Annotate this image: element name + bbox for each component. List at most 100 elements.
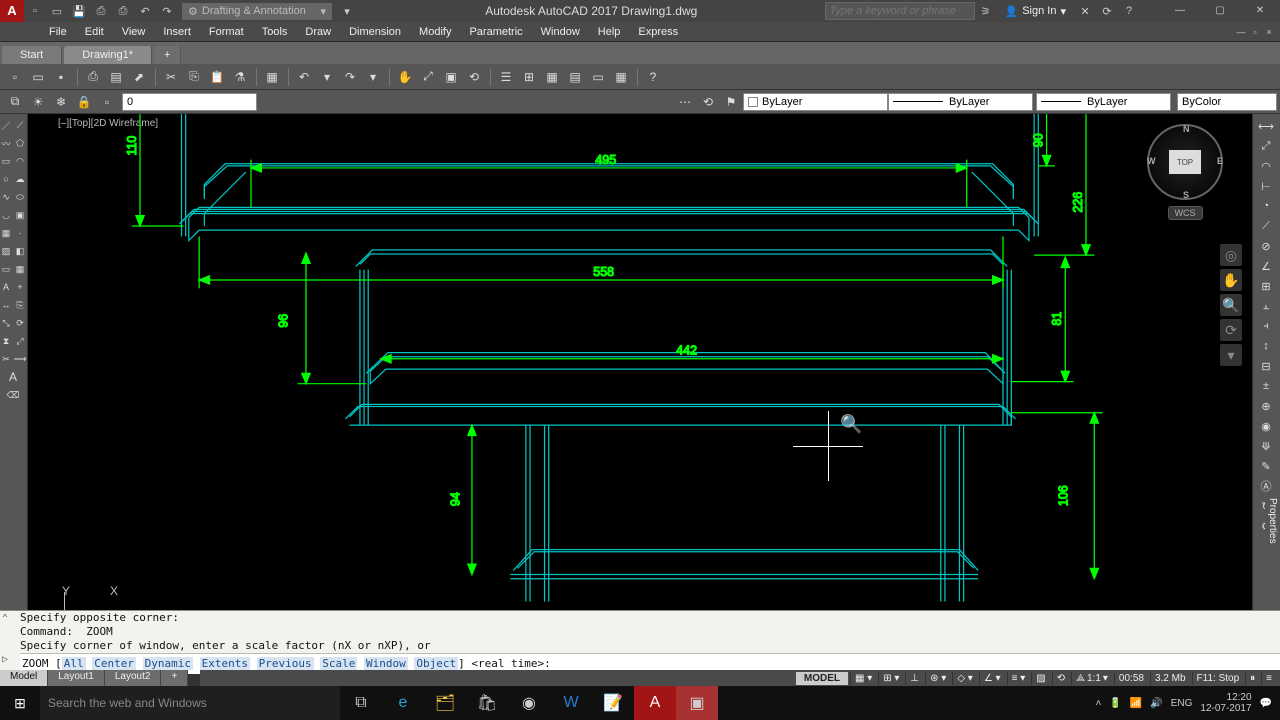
mirror-icon[interactable]: ⧗ <box>0 332 13 350</box>
command-window[interactable]: ⌃ ▷ Specify opposite corner: Command: ZO… <box>0 610 1280 670</box>
inspection-icon[interactable]: ◉ <box>1255 416 1277 436</box>
status-model-space[interactable]: MODEL <box>796 672 848 685</box>
status-lwt-icon[interactable]: ≡ ▾ <box>1007 672 1030 685</box>
recorder-icon[interactable]: ▣ <box>676 686 718 720</box>
point-icon[interactable]: · <box>14 224 27 242</box>
trim-icon[interactable]: ✂ <box>0 350 13 368</box>
status-pause-icon[interactable]: ⏸ <box>1245 672 1259 685</box>
table-icon[interactable]: ▦ <box>14 260 27 278</box>
menu-dimension[interactable]: Dimension <box>340 24 410 40</box>
dim-angular-icon[interactable]: ∠ <box>1255 256 1277 276</box>
undo-icon[interactable]: ↶ <box>293 66 315 88</box>
tab-model[interactable]: Model <box>0 670 48 686</box>
polygon-icon[interactable]: ⬠ <box>14 134 27 152</box>
windows-search-input[interactable]: Search the web and Windows <box>40 686 340 720</box>
status-polar-icon[interactable]: ⊛ ▾ <box>925 672 950 685</box>
status-annoscale[interactable]: ⟁ 1:1 ▾ <box>1071 672 1112 685</box>
workspace-dropdown[interactable]: ⚙ Drafting & Annotation ▾ <box>182 3 332 20</box>
notes-icon[interactable]: 📝 <box>592 686 634 720</box>
insert-block-icon[interactable]: ▣ <box>14 206 27 224</box>
dim-ordinate-icon[interactable]: ⊢ <box>1255 176 1277 196</box>
gradient-icon[interactable]: ◧ <box>14 242 27 260</box>
file-explorer-icon[interactable]: 🗂 <box>424 686 466 720</box>
wcs-badge[interactable]: WCS <box>1168 206 1203 220</box>
scale-icon[interactable]: ⤢ <box>14 332 27 350</box>
move-icon[interactable]: ↔ <box>0 296 13 314</box>
tray-battery-icon[interactable]: 🔋 <box>1109 698 1121 709</box>
cmd-opt-extents[interactable]: Extents <box>200 657 250 670</box>
ellipse-arc-icon[interactable]: ◡ <box>0 206 13 224</box>
save-icon[interactable]: ▪ <box>50 66 72 88</box>
region-icon[interactable]: ▭ <box>0 260 13 278</box>
nav-pan-icon[interactable]: ✋ <box>1220 269 1242 291</box>
menu-format[interactable]: Format <box>200 24 253 40</box>
copy-tool-icon[interactable]: ⎘ <box>14 296 27 314</box>
new-icon[interactable]: ▫ <box>4 66 26 88</box>
cut-icon[interactable]: ✂ <box>160 66 182 88</box>
markup-icon[interactable]: ▭ <box>587 66 609 88</box>
properties-icon[interactable]: ☰ <box>495 66 517 88</box>
erase-icon[interactable]: ⌫ <box>7 386 20 404</box>
help-tb-icon[interactable]: ? <box>642 66 664 88</box>
layer-dropdown[interactable]: 0 <box>122 93 257 111</box>
cmd-opt-object[interactable]: Object <box>414 657 458 670</box>
stay-connected-icon[interactable]: ⟳ <box>1096 0 1118 22</box>
menu-window[interactable]: Window <box>532 24 589 40</box>
edge-icon[interactable]: e <box>382 686 424 720</box>
center-mark-icon[interactable]: ⊕ <box>1255 396 1277 416</box>
dim-diameter-icon[interactable]: ⊘ <box>1255 236 1277 256</box>
spline-icon[interactable]: ∿ <box>0 188 13 206</box>
doc-close-icon[interactable]: × <box>1262 27 1276 37</box>
dim-linear-icon[interactable]: ⟷ <box>1255 116 1277 136</box>
nav-orbit-icon[interactable]: ⟳ <box>1220 319 1242 341</box>
qat-save-icon[interactable]: 💾 <box>68 0 90 22</box>
qat-print-icon[interactable]: ⎙ <box>112 0 134 22</box>
stretch-icon[interactable]: ⤡ <box>0 314 13 332</box>
lineweight-dropdown[interactable]: ByLayer <box>1036 93 1171 111</box>
status-transparency-icon[interactable]: ▨ <box>1031 672 1049 685</box>
preview-icon[interactable]: ▤ <box>105 66 127 88</box>
nav-wheel-icon[interactable]: ◎ <box>1220 244 1242 266</box>
dim-tedit-icon[interactable]: Ⓐ <box>1255 476 1277 496</box>
print-icon[interactable]: ⎙ <box>82 66 104 88</box>
dim-quick-icon[interactable]: ⊞ <box>1255 276 1277 296</box>
task-view-icon[interactable]: ⧉ <box>340 686 382 720</box>
polyline-icon[interactable]: 〰 <box>0 134 13 152</box>
system-tray[interactable]: ˄ 🔋 📶 🔊 ENG 12:20 12-07-2017 💬 <box>1096 692 1280 714</box>
rotate-icon[interactable]: ⟳ <box>14 314 27 332</box>
mtext-icon[interactable]: A <box>0 278 13 296</box>
dim-baseline-icon[interactable]: ⫠ <box>1255 296 1277 316</box>
autodesk-account-icon[interactable]: ⚞ <box>975 0 997 22</box>
dim-radius-icon[interactable]: ◔ <box>1255 196 1277 216</box>
qat-saveas-icon[interactable]: ⎙ <box>90 0 112 22</box>
layer-state-icon[interactable]: ⚑ <box>720 91 742 113</box>
status-otrack-icon[interactable]: ∠ ▾ <box>979 672 1005 685</box>
chrome-icon[interactable]: ◉ <box>508 686 550 720</box>
status-ortho-icon[interactable]: ⊥ <box>905 672 923 685</box>
line-icon[interactable]: ／ <box>0 116 13 134</box>
redo-icon[interactable]: ↷ <box>339 66 361 88</box>
dim-break-icon[interactable]: ⊟ <box>1255 356 1277 376</box>
pan-icon[interactable]: ✋ <box>394 66 416 88</box>
dim-jogged-icon[interactable]: ⟋ <box>1255 216 1277 236</box>
exchange-icon[interactable]: ✕ <box>1074 0 1096 22</box>
layer-freeze-icon[interactable]: ❄ <box>50 91 72 113</box>
extend-icon[interactable]: ⟶ <box>14 350 27 368</box>
window-minimize-button[interactable]: — <box>1160 0 1200 22</box>
store-icon[interactable]: 🛍 <box>466 686 508 720</box>
designcenter-icon[interactable]: ⊞ <box>518 66 540 88</box>
dim-continue-icon[interactable]: ⫞ <box>1255 316 1277 336</box>
rectangle-icon[interactable]: ▭ <box>0 152 13 170</box>
arc-icon[interactable]: ◠ <box>14 152 27 170</box>
status-grid-icon[interactable]: ▦ ▾ <box>850 672 876 685</box>
properties-palette-tab[interactable]: Properties <box>1265 494 1280 548</box>
quickcalc-icon[interactable]: ▦ <box>610 66 632 88</box>
blockeditor-icon[interactable]: ▦ <box>261 66 283 88</box>
cmd-opt-center[interactable]: Center <box>92 657 136 670</box>
windows-start-button[interactable]: ⊞ <box>0 686 40 720</box>
doc-minimize-icon[interactable]: — <box>1234 27 1248 37</box>
redo-dd-icon[interactable]: ▾ <box>362 66 384 88</box>
menu-express[interactable]: Express <box>629 24 687 40</box>
menu-tools[interactable]: Tools <box>253 24 297 40</box>
tray-up-icon[interactable]: ˄ <box>1096 698 1102 709</box>
